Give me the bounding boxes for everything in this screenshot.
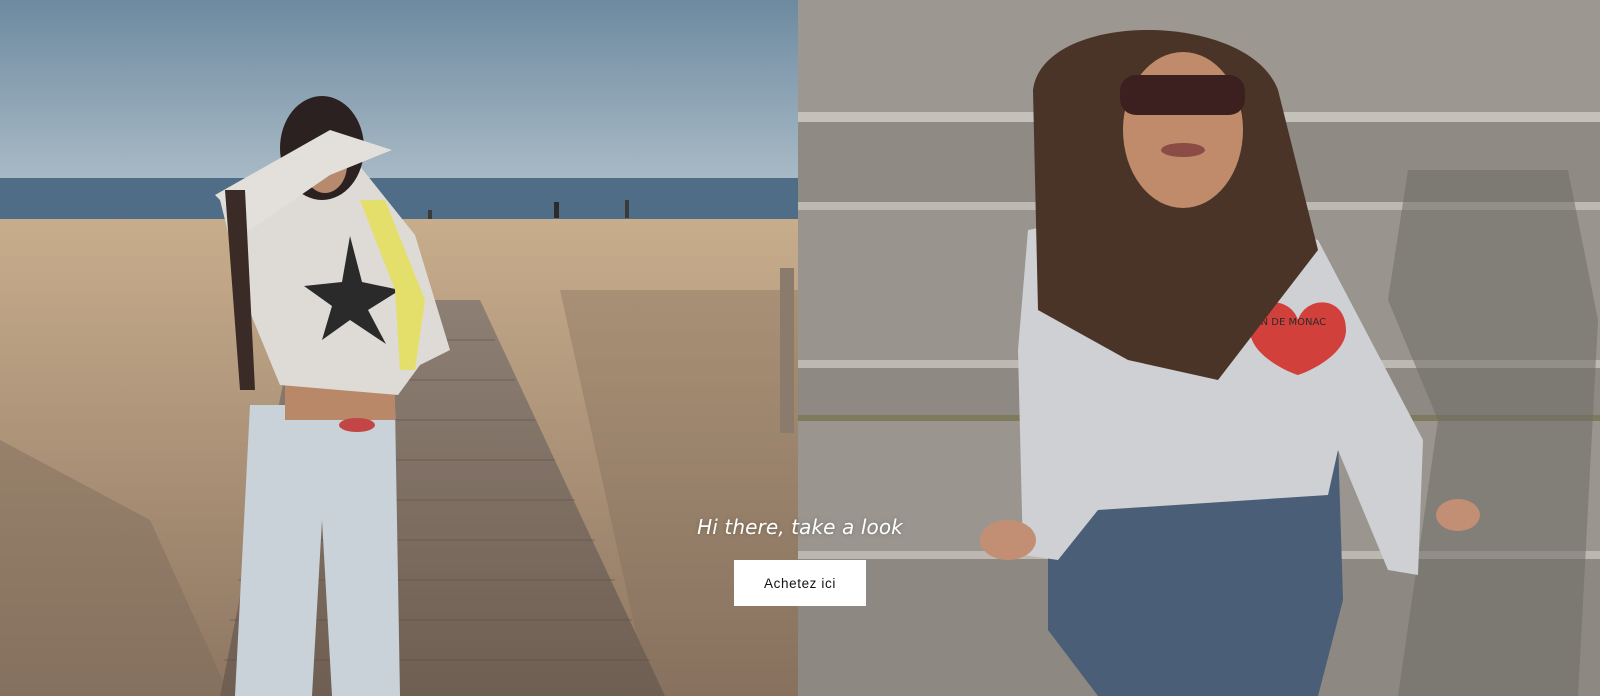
hero-banner: MAISON DE MONAC Hi there, take a look Ac… xyxy=(0,0,1600,696)
hero-content: Hi there, take a look Achetez ici xyxy=(0,514,1600,606)
hero-subtitle: Hi there, take a look xyxy=(697,515,903,539)
shop-now-button[interactable]: Achetez ici xyxy=(734,560,866,606)
